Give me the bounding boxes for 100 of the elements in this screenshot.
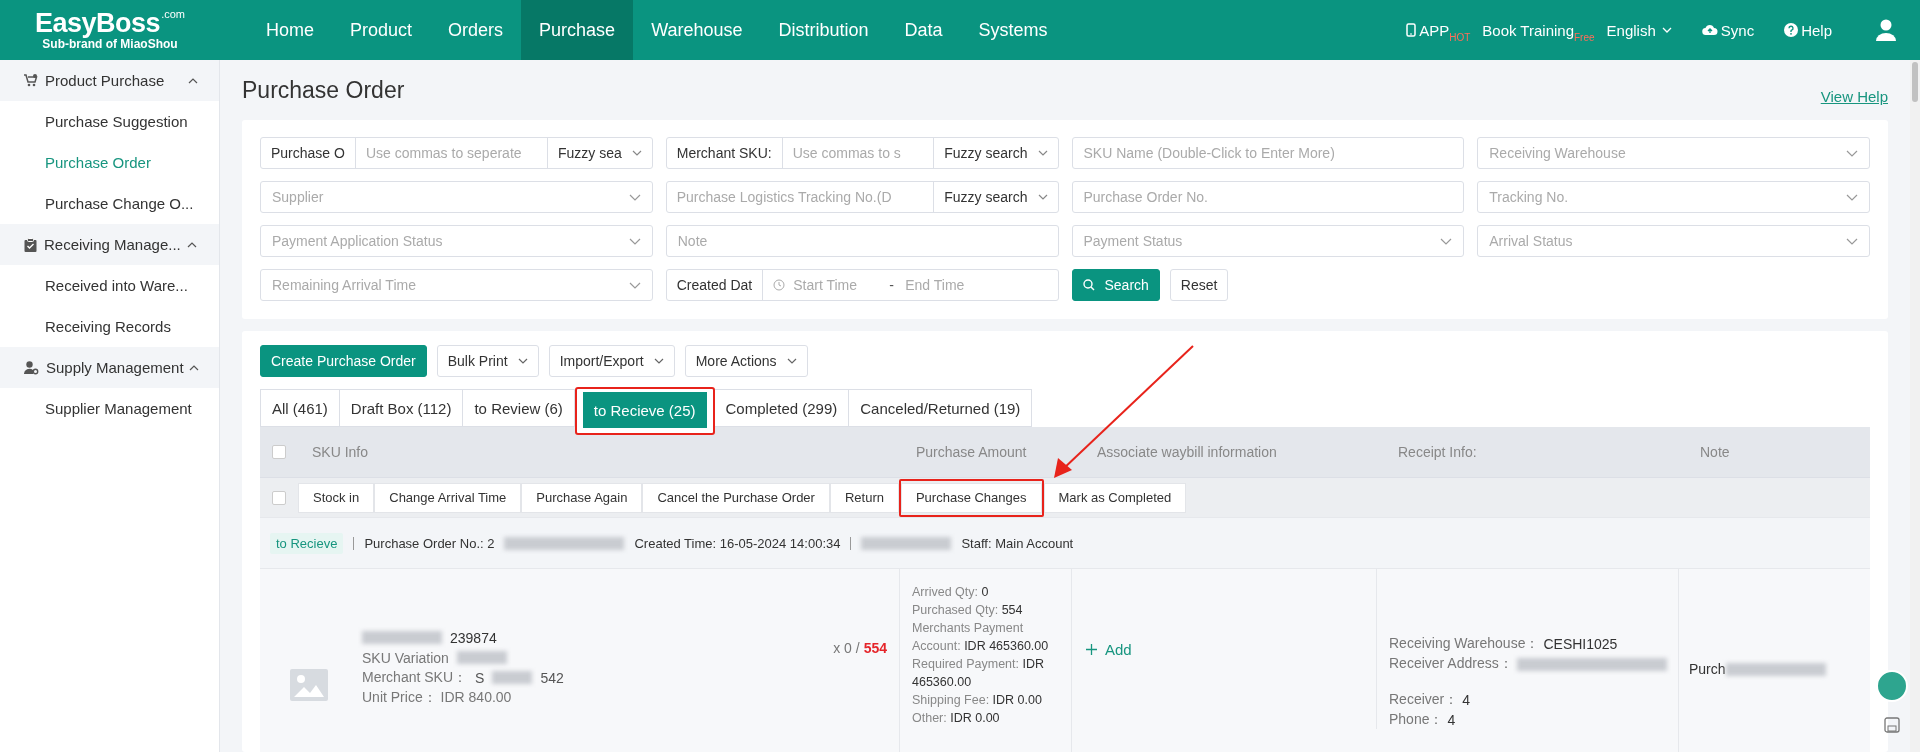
search-button[interactable]: Search <box>1071 269 1160 301</box>
logo-tagline: Sub-brand of MiaoShou <box>42 37 178 51</box>
assistant-avatar[interactable] <box>1876 670 1908 702</box>
column-header: Associate waybill information <box>1097 444 1277 460</box>
user-icon[interactable] <box>1876 19 1896 41</box>
receipt-value: 4 <box>1447 712 1456 728</box>
chevron-icon <box>631 150 642 156</box>
amount-line: Merchants Payment Account: IDR 465360.00 <box>912 620 1050 655</box>
search-field[interactable]: Merchant SKU: Use commas to s Fuzzy search <box>665 137 1059 169</box>
free-label: Free <box>1574 31 1595 43</box>
status-tag: to Recieve <box>270 532 344 554</box>
nav-item[interactable]: Data <box>886 0 961 60</box>
receipt-label: Receiver Address： <box>1389 655 1513 673</box>
chevron-icon <box>628 193 641 201</box>
chevron-icon <box>1846 149 1858 157</box>
sidebar-item[interactable]: Received into Ware... <box>0 265 219 306</box>
search-icon <box>1082 279 1095 291</box>
status-tab[interactable]: All (461) <box>261 390 339 426</box>
receipt-value: 4 <box>1462 692 1471 708</box>
chevron-icon <box>628 281 641 289</box>
app-link[interactable]: APP <box>1419 21 1450 39</box>
save-icon[interactable] <box>1884 717 1900 733</box>
caret-icon <box>1661 27 1672 33</box>
column-header: Receipt Info: <box>1398 444 1477 460</box>
page-title: Purchase Order <box>242 76 405 104</box>
status-tab[interactable]: Canceled/Returned (19) <box>849 390 1032 426</box>
created-time: Created Time: 16-05-2024 14:00:34 <box>634 535 841 551</box>
select-all-checkbox[interactable] <box>272 445 286 459</box>
order-number: Purchase Order No.: 2 <box>364 535 495 551</box>
merchant-sku-end: 542 <box>540 669 564 686</box>
help-icon <box>1784 23 1799 37</box>
add-waybill-link[interactable]: Add <box>1105 640 1132 658</box>
date-range-field[interactable]: Created Dat Start Time - End Time <box>665 269 1059 301</box>
phone-icon <box>1406 23 1417 37</box>
status-tab[interactable]: Draft Box (112) <box>339 390 463 426</box>
sidebar-group-header[interactable]: Product Purchase <box>0 60 219 101</box>
search-field[interactable]: Purchase O Use commas to seperate Fuzzy sea <box>260 137 653 169</box>
sku-variation-label: SKU Variation <box>362 649 449 666</box>
nav-item[interactable]: Distribution <box>760 0 887 60</box>
sidebar-item[interactable]: Receiving Records <box>0 306 219 347</box>
nav-item[interactable]: Home <box>248 0 332 60</box>
checkbox[interactable] <box>272 490 286 505</box>
chevron-icon <box>1440 237 1453 245</box>
clipboard-icon <box>24 237 37 252</box>
sidebar-item[interactable]: Supplier Management <box>0 388 219 429</box>
nav-item[interactable]: Purchase <box>521 0 634 60</box>
sidebar-group-header[interactable]: Supply Management <box>0 347 219 388</box>
toolbar-button[interactable]: More Actions <box>684 345 808 377</box>
cloud-upload-icon <box>1701 24 1718 36</box>
sku-code: 239874 <box>450 629 497 646</box>
nav-item[interactable]: Warehouse <box>633 0 761 60</box>
sidebar-item[interactable]: Purchase Order <box>0 142 219 183</box>
user-gear-icon <box>24 360 39 375</box>
book-training-link[interactable]: Book Training <box>1482 21 1574 39</box>
sidebar-group-header[interactable]: Receiving Manage... <box>0 224 219 265</box>
bulk-action-button[interactable]: Change Arrival Time <box>374 482 522 513</box>
sidebar-item[interactable]: Purchase Suggestion <box>0 101 219 142</box>
status-tab[interactable]: to Recieve (25) <box>582 392 707 428</box>
help-button[interactable]: Help <box>1801 21 1832 39</box>
toolbar-button[interactable]: Import/Export <box>548 345 675 377</box>
sync-button[interactable]: Sync <box>1720 21 1755 39</box>
nav-item[interactable]: Systems <box>960 0 1066 60</box>
note-text: Purch <box>1689 661 1726 677</box>
language-select[interactable]: English <box>1606 21 1656 39</box>
bulk-action-button[interactable]: Purchase Again <box>521 482 643 513</box>
bulk-action-button[interactable]: Mark as Completed <box>1043 482 1187 513</box>
amount-line: Other: IDR 0.00 <box>912 710 1001 727</box>
redacted-block <box>492 671 533 684</box>
view-help-link[interactable]: View Help <box>1820 87 1888 105</box>
clock-icon <box>773 279 786 291</box>
merchant-sku-start: S <box>475 669 485 686</box>
merchant-sku-label: Merchant SKU： <box>362 668 468 687</box>
sidebar-item[interactable]: Purchase Change O... <box>0 183 219 224</box>
chevron-icon <box>1037 194 1048 200</box>
amount-line: Shipping Fee: IDR 0.00 <box>912 692 1043 709</box>
chevron-icon <box>517 358 528 364</box>
toolbar-button[interactable]: Bulk Print <box>436 345 539 377</box>
bulk-action-button[interactable]: Stock in <box>298 482 375 513</box>
bulk-action-button[interactable]: Return <box>829 482 899 513</box>
quantity-received: x 0 / <box>833 640 860 656</box>
status-tab[interactable]: to Review (6) <box>463 390 574 426</box>
search-field[interactable]: Purchase Logistics Tracking No.(D Fuzzy search <box>665 181 1059 213</box>
image-placeholder-icon <box>290 669 328 701</box>
column-header: SKU Info <box>312 444 369 460</box>
quantity-total: 554 <box>863 640 887 656</box>
cart-icon <box>24 74 38 87</box>
amount-line: Purchased Qty: 554 <box>912 602 1024 619</box>
receipt-value: CESHI1025 <box>1543 636 1618 652</box>
status-tab[interactable]: Completed (299) <box>714 390 849 426</box>
bulk-action-button[interactable]: Purchase Changes <box>900 482 1042 513</box>
nav-item[interactable]: Product <box>332 0 431 60</box>
toolbar-button[interactable]: Create Purchase Order <box>260 345 427 377</box>
column-header: Note <box>1700 444 1730 460</box>
chevron-icon <box>628 237 641 245</box>
chevron-icon <box>1037 150 1048 156</box>
unit-price: Unit Price： IDR 840.00 <box>362 688 512 707</box>
nav-item[interactable]: Orders <box>430 0 522 60</box>
reset-button[interactable]: Reset <box>1169 269 1229 301</box>
bulk-action-button[interactable]: Cancel the Purchase Order <box>642 482 830 513</box>
plus-icon <box>1086 643 1097 655</box>
